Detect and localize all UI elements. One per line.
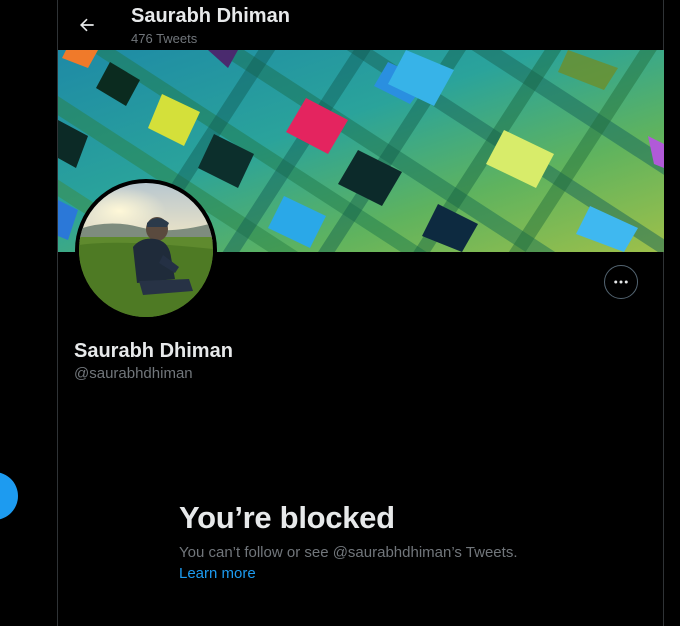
header-name: Saurabh Dhiman (131, 5, 290, 27)
tweet-count: 476 Tweets (131, 31, 198, 46)
profile-handle: @saurabhdhiman (74, 365, 193, 382)
arrow-left-icon (80, 18, 94, 32)
blocked-notice: You’re blocked You can’t follow or see @… (179, 500, 579, 583)
compose-tweet-button[interactable] (0, 472, 18, 520)
avatar-image (79, 183, 213, 317)
profile-column: Saurabh Dhiman 476 Tweets Saurabh Dhiman… (57, 0, 664, 626)
blocked-message: You can’t follow or see @saurabhdhiman’s… (179, 544, 518, 561)
left-rail (0, 0, 57, 626)
more-horizontal-icon (614, 280, 628, 284)
blocked-title: You’re blocked (179, 500, 395, 535)
profile-avatar[interactable] (75, 179, 217, 321)
back-button[interactable] (70, 8, 104, 42)
page: Saurabh Dhiman 476 Tweets Saurabh Dhiman… (0, 0, 680, 626)
more-options-button[interactable] (604, 265, 638, 299)
profile-header: Saurabh Dhiman 476 Tweets (58, 0, 663, 50)
profile-name: Saurabh Dhiman (74, 340, 233, 362)
learn-more-link[interactable]: Learn more (179, 565, 256, 582)
